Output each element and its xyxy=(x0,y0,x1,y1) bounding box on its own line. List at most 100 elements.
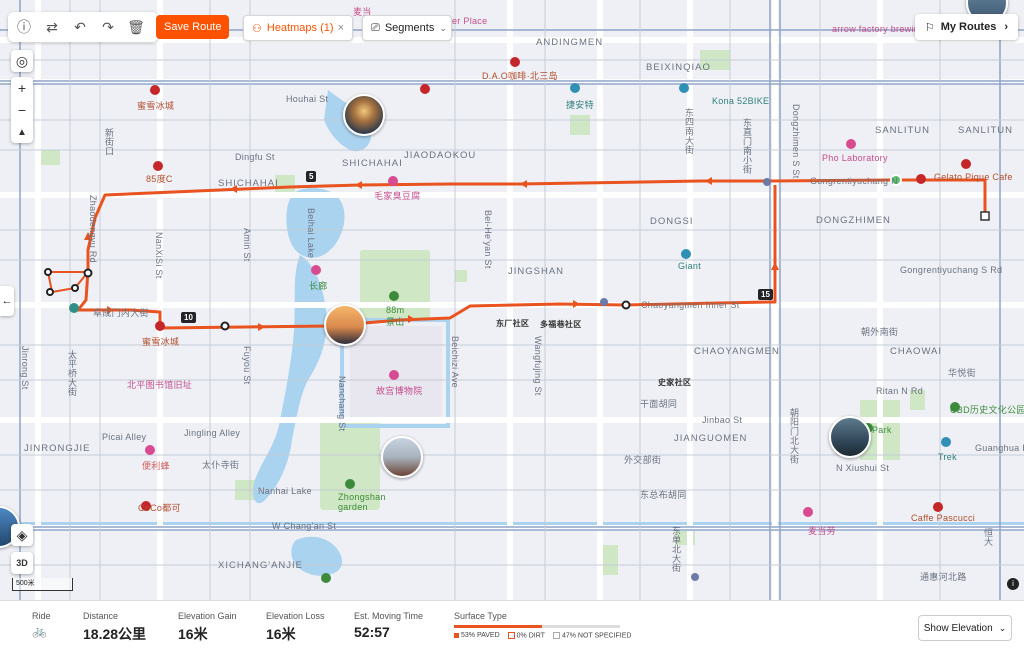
street-label: Guanghua Re xyxy=(975,443,1024,453)
layers-icon[interactable]: ◈ xyxy=(11,524,33,546)
street-label: 太仆寺街 xyxy=(202,460,240,470)
street-label: 东四南大街 xyxy=(684,108,694,155)
lake-label: Nanhai Lake xyxy=(258,486,312,496)
trash-icon[interactable]: 🗑 xyxy=(122,13,150,41)
zoom-in-button[interactable]: + xyxy=(11,77,33,99)
street-label: 新街口 xyxy=(104,128,114,156)
poi-label: CBD历史文化公园 xyxy=(950,405,1024,415)
cafe-label: 85度C xyxy=(146,174,173,184)
street-label: 阜成门内大街 xyxy=(93,308,149,318)
zoom-control: + − ▲ xyxy=(11,77,33,143)
street-label: Jinrong St xyxy=(20,346,30,390)
street-label: Dingfu St xyxy=(235,152,275,162)
poi-label: arrow factory brewing xyxy=(832,24,925,34)
stat-label: Elevation Gain xyxy=(178,611,237,621)
route-km-marker: 10 xyxy=(181,312,196,323)
poi-label: er Place xyxy=(452,16,488,26)
shop-label: 捷安特 xyxy=(566,100,594,110)
chevron-down-icon: ⌄ xyxy=(998,622,1007,633)
cafe-label: 蜜雪冰城 xyxy=(137,101,175,111)
attribution-info-icon[interactable]: i xyxy=(1007,578,1019,590)
photo-marker[interactable] xyxy=(343,94,385,136)
my-routes-label: My Routes xyxy=(940,21,997,33)
compass-icon[interactable]: ▲ xyxy=(11,121,33,143)
segments-button[interactable]: ⎚ Segments ⌄ xyxy=(362,15,452,41)
stat-label: Elevation Loss xyxy=(266,611,325,621)
stat-elevation-gain: Elevation Gain 16米 xyxy=(178,611,237,644)
zoom-out-button[interactable]: − xyxy=(11,99,33,121)
info-icon[interactable]: ⓘ xyxy=(10,13,38,41)
poi-label: 故宫博物院 xyxy=(376,386,423,396)
redo-icon[interactable]: ↷ xyxy=(94,13,122,41)
stat-distance: Distance 18.28公里 xyxy=(83,611,146,644)
street-label: 通惠河北路 xyxy=(920,572,967,582)
community-label: 多福巷社区 xyxy=(540,320,582,329)
area-label: CHAOYANGMEN xyxy=(694,346,780,357)
cafe-label: CoCo都可 xyxy=(138,503,181,513)
locate-icon[interactable]: ◎ xyxy=(11,50,33,72)
close-icon[interactable]: × xyxy=(338,22,344,34)
poi-label: Zhongshan garden xyxy=(338,492,386,512)
layers-control[interactable]: ◈ xyxy=(11,524,33,546)
reverse-route-icon[interactable]: ⇄ xyxy=(38,13,66,41)
photo-marker[interactable] xyxy=(829,416,871,458)
street-label: Dongzhimen S St xyxy=(791,104,801,179)
stat-value: 16米 xyxy=(266,626,296,642)
heatmap-icon: ⚇ xyxy=(252,22,262,35)
stat-value: 18.28公里 xyxy=(83,626,147,642)
stat-label: Distance xyxy=(83,611,119,621)
area-label: SHICHAHAI xyxy=(218,178,279,189)
locate-control[interactable]: ◎ xyxy=(11,50,33,72)
stat-label: Ride xyxy=(32,611,51,621)
street-label: 恒大 xyxy=(983,528,993,547)
chevron-down-icon: ⌄ xyxy=(439,22,447,33)
street-label: 干面胡同 xyxy=(640,399,678,409)
segments-label: Segments xyxy=(384,22,435,34)
stat-value: 52:57 xyxy=(354,624,390,640)
photo-marker[interactable] xyxy=(324,304,366,346)
scale-bar: 500米 xyxy=(12,578,73,591)
my-routes-button[interactable]: ⚐ My Routes › xyxy=(914,14,1018,40)
bike-icon[interactable]: 🚲 xyxy=(32,624,51,638)
area-label: SHICHAHAI xyxy=(342,158,403,169)
route-stats-bar: Ride 🚲 Distance 18.28公里 Elevation Gain 1… xyxy=(0,600,1024,653)
cafe-label: 蜜雪冰城 xyxy=(142,337,180,347)
street-label: Wangfujing St xyxy=(533,336,543,396)
street-label: 东总布胡同 xyxy=(640,490,687,500)
heatmaps-label: Heatmaps (1) xyxy=(266,22,334,34)
restaurant-label: 麦当劳 xyxy=(808,526,836,536)
surface-legend: 53% PAVED 0% DIRT 47% NOT SPECIFIED xyxy=(454,632,631,639)
segments-icon: ⎚ xyxy=(371,21,380,34)
map-canvas[interactable]: ANDINGMEN BEIXINQIAO SANLITUN SANLITUN S… xyxy=(0,0,1024,600)
show-elevation-button[interactable]: Show Elevation ⌄ xyxy=(918,615,1012,641)
surface-paved-fill xyxy=(454,625,542,628)
save-route-button[interactable]: Save Route xyxy=(156,15,230,39)
cafe-label: Gelato Pique Cafe xyxy=(934,172,1013,182)
street-label: N Xiushui St xyxy=(836,463,890,473)
street-label: Houhai St xyxy=(286,94,329,104)
street-label: Chaoyangmen Inner St xyxy=(641,300,740,310)
street-label: Picai Alley xyxy=(102,432,147,442)
street-label: 东单北大街 xyxy=(671,526,681,573)
legend-not-specified: 47% NOT SPECIFIED xyxy=(552,632,631,639)
collapse-panel-button[interactable]: ← xyxy=(0,286,14,316)
bookmark-icon: ⚐ xyxy=(924,21,935,34)
photo-marker[interactable] xyxy=(381,436,423,478)
area-label: JIAODAOKOU xyxy=(404,150,477,161)
poi-label: 88m 景山 xyxy=(386,305,405,327)
heatmaps-button[interactable]: ⚇ Heatmaps (1) × xyxy=(243,15,353,41)
street-label: Ritan N Rd xyxy=(876,386,924,396)
view-3d-control[interactable]: 3D xyxy=(11,552,33,574)
undo-icon[interactable]: ↶ xyxy=(66,13,94,41)
stat-label: Surface Type xyxy=(454,611,507,621)
view-3d-button[interactable]: 3D xyxy=(11,552,33,574)
chevron-right-icon: › xyxy=(1004,21,1008,33)
stat-elevation-loss: Elevation Loss 16米 xyxy=(266,611,325,644)
area-label: DONGSI xyxy=(650,216,694,227)
area-label: ANDINGMEN xyxy=(536,37,604,48)
area-label: XICHANG'ANJIE xyxy=(218,560,304,571)
street-label: Jinbao St xyxy=(702,415,743,425)
street-label: Gongrentiyuchang S Rd xyxy=(900,265,1003,275)
street-label: 朝外南街 xyxy=(861,327,899,337)
area-label: BEIXINQIAO xyxy=(646,62,711,73)
